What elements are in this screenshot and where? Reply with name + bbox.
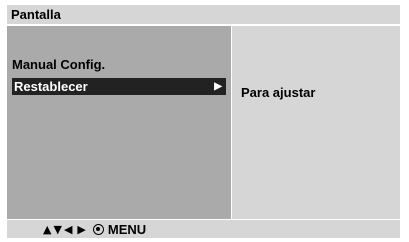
navigation-hint-bar: ▲ ▼ ◀ ▶ MENU — [7, 220, 400, 238]
menu-label: MENU — [107, 221, 147, 237]
menu-item-label: Manual Config. — [12, 57, 106, 72]
osd-screen: Pantalla Manual Config. Restablecer ▶ Pa… — [7, 5, 400, 238]
menu-title: Pantalla — [11, 7, 61, 22]
menu-item-label: Restablecer — [14, 79, 88, 94]
title-bar: Pantalla — [7, 5, 400, 25]
menu-item-manual-config[interactable]: Manual Config. — [12, 56, 226, 73]
up-arrow-icon: ▲ — [43, 222, 52, 236]
detail-text: Para ajustar — [241, 85, 316, 100]
left-arrow-icon: ◀ — [63, 222, 73, 236]
submenu-arrow-icon: ▶ — [214, 81, 222, 92]
navigation-hint: ▲ ▼ ◀ ▶ MENU — [43, 221, 146, 237]
ok-button-icon — [92, 223, 104, 235]
menu-list-panel: Manual Config. Restablecer ▶ — [7, 26, 231, 219]
detail-panel: Para ajustar — [232, 26, 400, 219]
down-arrow-icon: ▼ — [53, 222, 62, 236]
menu-item-restablecer[interactable]: Restablecer ▶ — [12, 78, 226, 95]
right-arrow-icon: ▶ — [77, 222, 86, 236]
